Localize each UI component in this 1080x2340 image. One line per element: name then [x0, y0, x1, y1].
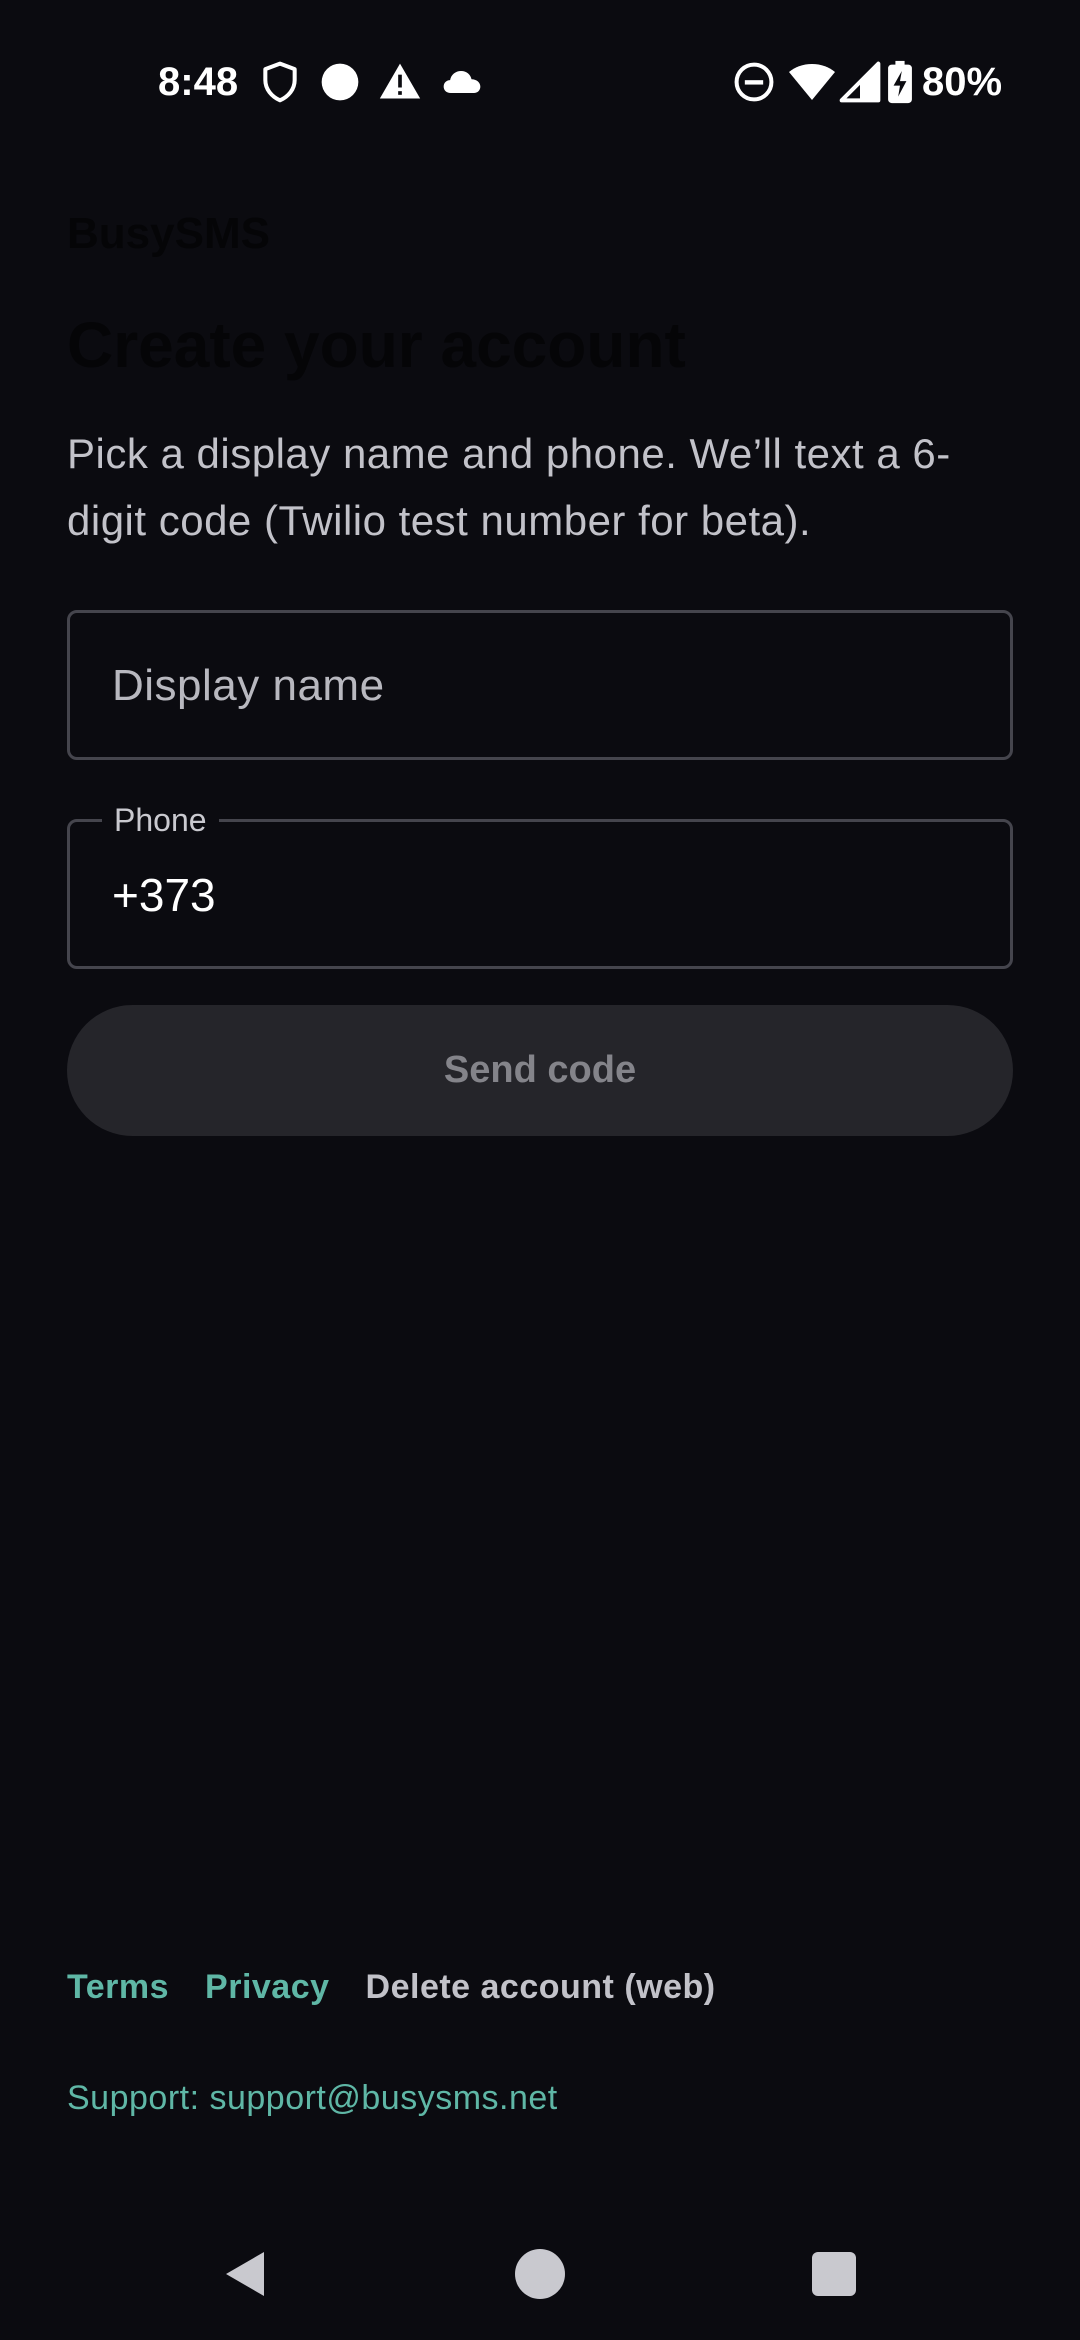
- back-icon[interactable]: [220, 2248, 272, 2300]
- terms-link[interactable]: Terms: [67, 1965, 169, 2009]
- battery-charging-icon: [888, 60, 912, 104]
- brand-name: BusySMS: [67, 209, 270, 258]
- cloud-icon: [443, 71, 481, 93]
- footer-links: Terms Privacy Delete account (web): [67, 1965, 716, 2009]
- display-name-placeholder: Display name: [112, 661, 385, 710]
- support-email-link[interactable]: Support: support@busysms.net: [67, 2076, 558, 2120]
- signal-icon: [839, 61, 881, 103]
- send-code-button[interactable]: Send code: [67, 1005, 1013, 1136]
- status-bar: 8:48 80%: [0, 0, 1080, 160]
- phone-field-label: Phone: [102, 800, 219, 840]
- display-name-field[interactable]: Display name: [67, 610, 1013, 760]
- shield-icon: [263, 61, 297, 103]
- recents-icon[interactable]: [808, 2248, 860, 2300]
- status-time: 8:48: [158, 60, 239, 104]
- page-subtitle: Pick a display name and phone. We’ll tex…: [67, 430, 951, 544]
- home-icon[interactable]: [514, 2248, 566, 2300]
- wifi-icon: [789, 64, 835, 100]
- privacy-link[interactable]: Privacy: [205, 1965, 330, 2009]
- delete-account-link[interactable]: Delete account (web): [366, 1965, 716, 2009]
- warning-icon: [379, 63, 421, 99]
- circle-dot-icon: [321, 63, 359, 101]
- battery-percent: 80%: [922, 60, 1003, 104]
- page-title: Create your account: [67, 309, 686, 381]
- do-not-disturb-icon: [734, 62, 774, 102]
- screen: 8:48 80% BusySMS Create your account Pic…: [0, 0, 1080, 2340]
- phone-field-value[interactable]: +373: [112, 868, 216, 922]
- phone-field[interactable]: Phone +373: [67, 800, 1013, 969]
